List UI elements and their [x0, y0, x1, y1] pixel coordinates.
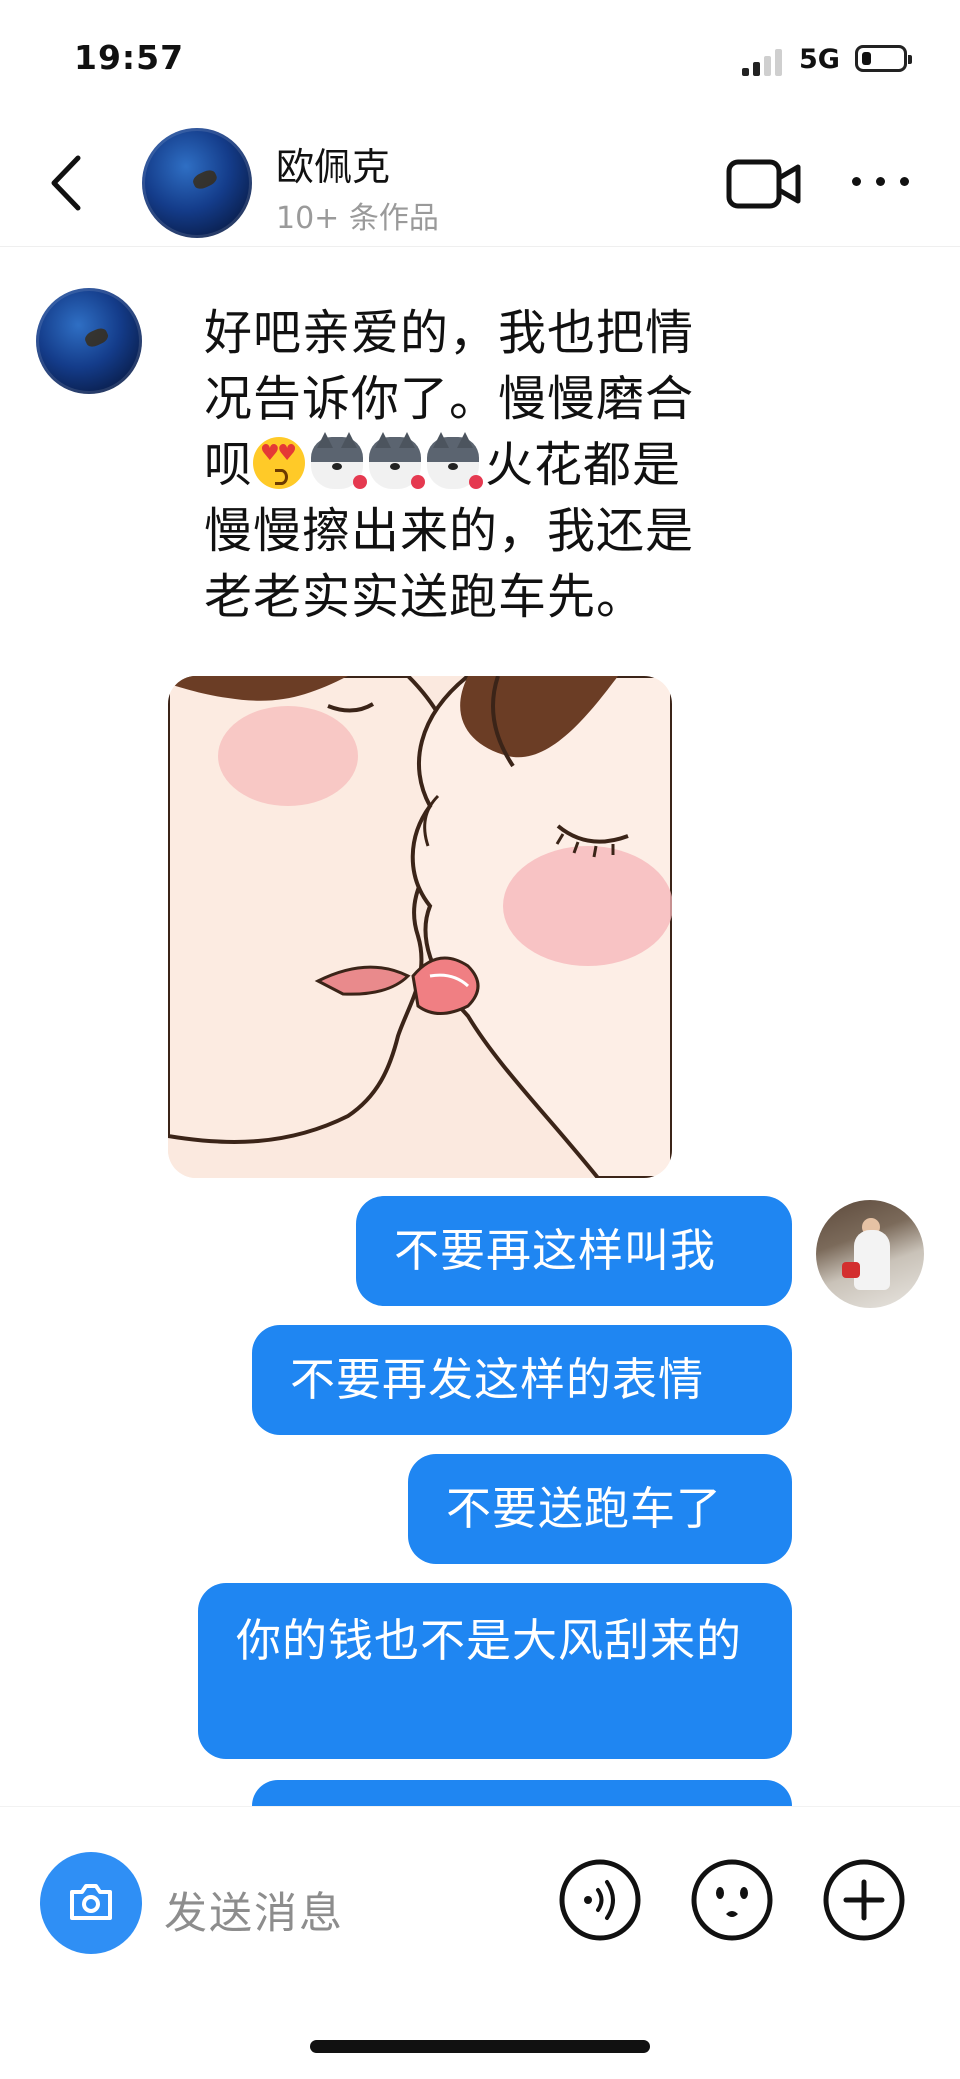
network-type: 5G: [799, 44, 840, 75]
outgoing-message-bubble[interactable]: 不要再发这样的表情: [252, 1325, 792, 1435]
outgoing-message-bubble[interactable]: 不要再这样叫我: [356, 1196, 792, 1306]
incoming-line: 况告诉你了。慢慢磨合: [204, 371, 695, 427]
battery-icon: [855, 45, 912, 72]
incoming-line: 好吧亲爱的，我也把情: [204, 305, 695, 361]
outgoing-message-text: 你的钱也不是大风刮来的: [236, 1614, 743, 1667]
outgoing-message-bubble-partial[interactable]: [252, 1780, 792, 1806]
voice-icon[interactable]: [558, 1858, 642, 1942]
incoming-line-text: 火花都是: [485, 437, 682, 493]
camera-icon: [70, 1884, 112, 1920]
smiling-face-heart-eyes-emoji-icon: [253, 437, 306, 489]
plus-icon[interactable]: [822, 1858, 906, 1942]
husky-dog-emoji-icon: [369, 432, 426, 489]
home-indicator[interactable]: [310, 2040, 650, 2053]
contact-name[interactable]: 欧佩克: [276, 136, 390, 191]
header-divider: [0, 246, 960, 247]
emoji-icon[interactable]: [690, 1858, 774, 1942]
husky-dog-emoji-icon: [427, 432, 484, 489]
husky-dog-emoji-icon: [311, 432, 368, 489]
sticker-illustration: [168, 676, 672, 1178]
incoming-line: 慢慢擦出来的，我还是: [204, 503, 695, 559]
message-input[interactable]: 发送消息: [164, 1879, 344, 1941]
more-icon[interactable]: [848, 166, 914, 196]
incoming-line: 老老实实送跑车先。: [204, 569, 646, 625]
back-chevron-icon[interactable]: [44, 146, 94, 221]
incoming-message-text: 好吧亲爱的，我也把情 况告诉你了。慢慢磨合 呗 火花都是 慢慢擦出来的，我还是 老…: [204, 300, 744, 630]
contact-avatar[interactable]: [142, 128, 252, 238]
status-time: 19:57: [74, 38, 185, 77]
incoming-line-text: 呗: [204, 437, 254, 493]
contact-subtitle[interactable]: 10+ 条作品: [276, 193, 439, 237]
incoming-line-with-emojis: 呗 火花都是: [204, 432, 744, 498]
kissing-couple-sticker[interactable]: [168, 676, 672, 1178]
signal-strength-icon: [742, 46, 790, 76]
composer-divider: [0, 1806, 960, 1807]
camera-button[interactable]: [40, 1852, 142, 1954]
video-call-icon[interactable]: [726, 158, 802, 210]
my-avatar[interactable]: [816, 1200, 924, 1308]
sender-avatar[interactable]: [36, 288, 142, 394]
outgoing-message-bubble[interactable]: 不要送跑车了: [408, 1454, 792, 1564]
outgoing-message-bubble[interactable]: 你的钱也不是大风刮来的: [198, 1583, 792, 1759]
